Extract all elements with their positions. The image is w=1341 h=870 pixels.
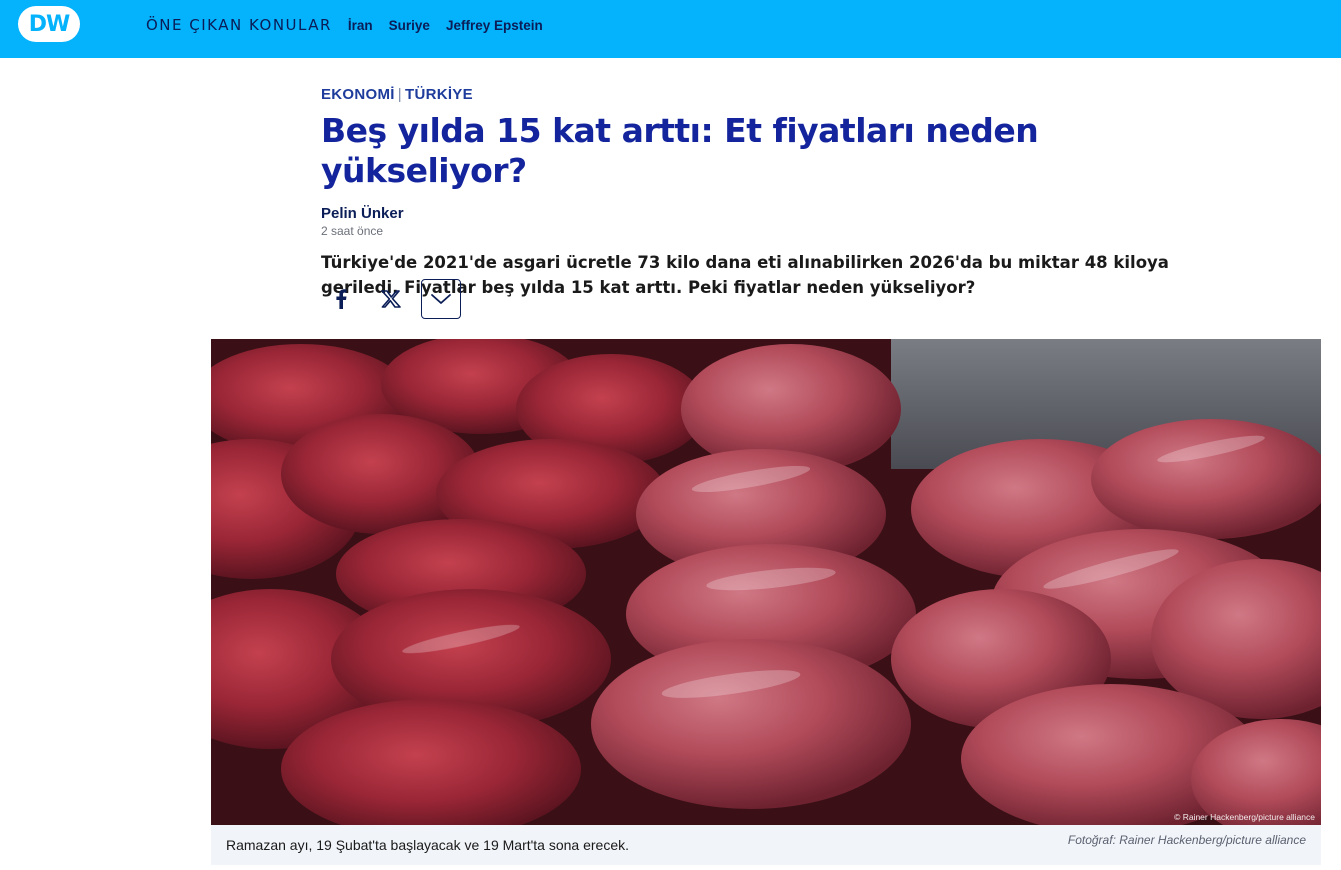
share-bar: [321, 279, 461, 319]
author-link[interactable]: Pelin Ünker: [321, 205, 1221, 222]
topic-link-suriye[interactable]: Suriye: [389, 18, 430, 33]
breadcrumb: EKONOMİ | TÜRKİYE: [321, 86, 1221, 103]
page-title: Beş yılda 15 kat arttı: Et fiyatları ned…: [321, 111, 1039, 190]
dw-logo[interactable]: DW: [18, 6, 80, 42]
image-caption-bar: Ramazan ayı, 19 Şubat'ta başlayacak ve 1…: [211, 825, 1321, 865]
meat-photo: [211, 339, 1321, 825]
facebook-icon: [336, 289, 347, 309]
logo-text: DW: [28, 11, 71, 37]
topic-link-iran[interactable]: İran: [348, 18, 373, 33]
image-overlay-credit: © Rainer Hackenberg/picture alliance: [1174, 812, 1315, 822]
topic-link-jeffrey-epstein[interactable]: Jeffrey Epstein: [446, 18, 543, 33]
more-share-button[interactable]: [421, 279, 461, 319]
facebook-share-button[interactable]: [321, 279, 361, 319]
x-icon: [381, 290, 401, 308]
publish-time: 2 saat önce: [321, 224, 384, 238]
topics-label: ÖNE ÇIKAN KONULAR: [146, 16, 332, 34]
category-link[interactable]: EKONOMİ: [321, 86, 395, 103]
chevron-down-icon: [431, 294, 451, 304]
site-header: DW ÖNE ÇIKAN KONULAR İran Suriye Jeffrey…: [0, 0, 1341, 58]
article-image: © Rainer Hackenberg/picture alliance: [211, 339, 1321, 825]
region-link[interactable]: TÜRKİYE: [405, 86, 473, 103]
image-caption: Ramazan ayı, 19 Şubat'ta başlayacak ve 1…: [226, 837, 630, 853]
topics-nav: ÖNE ÇIKAN KONULAR İran Suriye Jeffrey Ep…: [146, 0, 543, 50]
photo-credit: Fotoğraf: Rainer Hackenberg/picture alli…: [1067, 833, 1306, 847]
breadcrumb-separator: |: [397, 86, 402, 103]
x-share-button[interactable]: [371, 279, 411, 319]
article-header: EKONOMİ | TÜRKİYE Beş yılda 15 kat arttı: …: [321, 86, 1221, 300]
